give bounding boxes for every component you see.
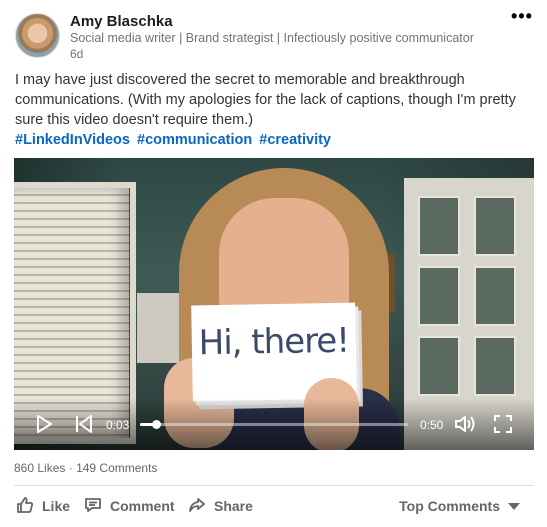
chevron-down-icon: [508, 502, 520, 510]
door-pane: [474, 336, 516, 396]
door-pane: [474, 266, 516, 326]
video-player[interactable]: Hi, there! 0:03 0:50: [14, 158, 534, 450]
comment-button[interactable]: Comment: [84, 493, 175, 519]
hashtags: #LinkedInVideos #communication #creativi…: [15, 130, 334, 150]
post-text: I may have just discovered the secret to…: [15, 72, 516, 128]
comments-count[interactable]: 149 Comments: [76, 461, 157, 475]
post-actions: Like Comment Share Top Comments: [14, 493, 534, 519]
play-icon[interactable]: [34, 414, 54, 434]
share-label: Share: [214, 498, 253, 514]
comment-label: Comment: [110, 498, 175, 514]
divider: [14, 485, 534, 486]
post-header: Amy Blaschka Social media writer | Brand…: [15, 7, 535, 63]
sort-comments-select[interactable]: Top Comments: [399, 493, 520, 519]
sort-label: Top Comments: [399, 498, 500, 514]
volume-icon[interactable]: [454, 414, 478, 434]
video-progress-knob[interactable]: [152, 420, 162, 429]
video-progress-bar[interactable]: [140, 420, 408, 429]
like-label: Like: [42, 498, 71, 514]
skip-back-icon[interactable]: [74, 414, 94, 434]
hashtag-linkedinvideos[interactable]: #LinkedInVideos: [15, 132, 130, 148]
share-icon: [188, 496, 214, 517]
card-text: Hi, there!: [198, 320, 350, 364]
current-time: 0:03: [106, 418, 130, 432]
share-button[interactable]: Share: [188, 493, 253, 519]
duration: 0:50: [420, 418, 444, 432]
like-button[interactable]: Like: [16, 493, 70, 519]
door-pane: [474, 196, 516, 256]
shelf: [137, 293, 182, 363]
more-options-button[interactable]: •••: [509, 7, 535, 27]
thumbs-up-icon: [16, 496, 42, 517]
door-pane: [418, 336, 460, 396]
likes-count[interactable]: 860 Likes: [14, 461, 65, 475]
fullscreen-icon[interactable]: [493, 414, 513, 434]
social-counts: 860 Likes · 149 Comments: [14, 461, 157, 475]
hashtag-communication[interactable]: #communication: [137, 132, 252, 148]
count-separator: ·: [68, 461, 73, 475]
author-headline: Social media writer | Brand strategist |…: [70, 31, 474, 45]
hashtag-creativity[interactable]: #creativity: [259, 132, 331, 148]
author-avatar[interactable]: [15, 13, 60, 58]
author-name[interactable]: Amy Blaschka: [70, 13, 173, 30]
door-pane: [418, 266, 460, 326]
post-time: 6d: [70, 47, 84, 61]
door-pane: [418, 196, 460, 256]
comment-icon: [84, 496, 110, 517]
